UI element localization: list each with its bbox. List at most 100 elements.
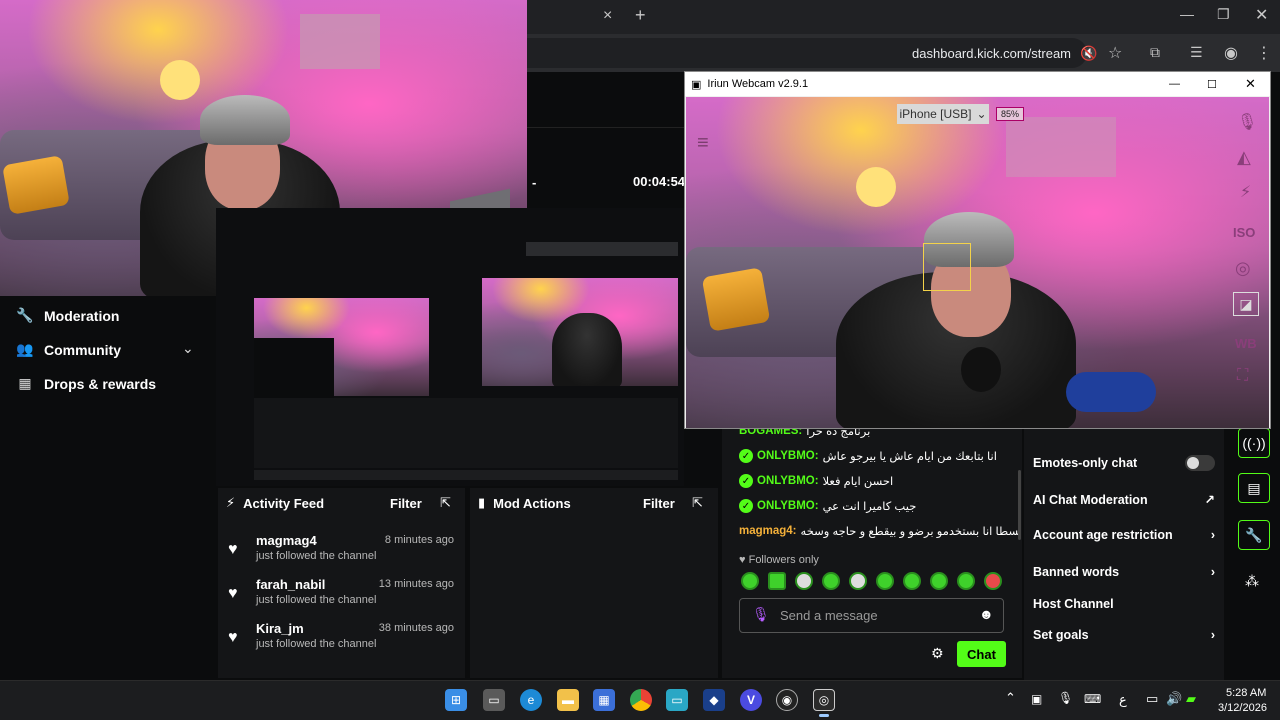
emote-2[interactable] [768, 572, 786, 590]
hamburger-menu-icon[interactable]: ≡ [697, 132, 709, 155]
task-view-icon[interactable]: ▭ [483, 689, 505, 711]
layout-tool-button[interactable]: ▤ [1238, 473, 1270, 503]
profile-icon[interactable]: ◉ [1224, 43, 1238, 63]
minimize-icon[interactable]: — [1180, 6, 1194, 22]
chat-username[interactable]: ONLYBMO: [757, 475, 819, 487]
sidebar-item-label: Drops & rewards [44, 375, 157, 392]
wrench-tool-button[interactable]: 🔧 [1238, 520, 1270, 550]
chevron-down-icon[interactable]: ⌄ [182, 340, 194, 357]
follower-name[interactable]: Kira_jm [256, 621, 304, 636]
setting-account-age[interactable]: Account age restriction › [1033, 528, 1215, 542]
exposure-icon[interactable]: ◭ [1237, 147, 1251, 168]
follower-name[interactable]: magmag4 [256, 533, 317, 548]
setting-set-goals[interactable]: Set goals › [1033, 628, 1215, 642]
input-language[interactable]: ع [1119, 692, 1127, 708]
frame-icon[interactable]: ⛶ [1237, 367, 1248, 385]
emotes-only-toggle[interactable] [1185, 455, 1215, 471]
v-app-icon[interactable]: V [740, 689, 762, 711]
tray-keyboard-icon[interactable]: ⌨ [1084, 692, 1101, 706]
focus-box[interactable] [923, 243, 971, 291]
iriun-minimize-icon[interactable]: — [1169, 78, 1180, 90]
active-indicator [819, 714, 829, 717]
verified-badge-icon: ✓ [739, 474, 753, 488]
close-window-icon[interactable]: ✕ [1255, 5, 1268, 25]
mic-off-icon[interactable]: 🎙 [1237, 112, 1257, 132]
flash-icon[interactable]: ⚡ [1240, 182, 1251, 202]
drops-icon: ▦ [18, 375, 32, 391]
tray-app-icon[interactable]: ▣ [1031, 692, 1042, 706]
device-select[interactable]: iPhone [USB] ⌄ [897, 104, 989, 124]
wrench-icon: 🔧 [16, 307, 34, 323]
iriun-taskbar-icon[interactable]: ◎ [813, 689, 835, 711]
emoji-icon[interactable]: ☻ [979, 606, 994, 622]
windows-start-icon[interactable]: ⊞ [445, 689, 467, 711]
setting-ai-moderation[interactable]: AI Chat Moderation ↗ [1033, 492, 1215, 508]
aperture-icon[interactable]: ◎ [1235, 258, 1251, 279]
emote-5[interactable] [849, 572, 867, 590]
emote-7[interactable] [903, 572, 921, 590]
broadcast-tool-button[interactable]: ((·)) [1238, 428, 1270, 458]
emote-9[interactable] [957, 572, 975, 590]
store-icon[interactable]: ▦ [593, 689, 615, 711]
sidebar-item-moderation[interactable]: 🔧 Moderation [16, 307, 119, 324]
tray-mic-icon[interactable]: 🎙 [1058, 691, 1073, 705]
emote-3[interactable] [795, 572, 813, 590]
streaming-app-icon[interactable]: ◆ [703, 689, 725, 711]
chat-username[interactable]: ONLYBMO: [757, 450, 819, 462]
nodes-icon[interactable]: ⁂ [1245, 573, 1259, 590]
mute-site-icon[interactable]: 🔇 [1080, 45, 1097, 62]
browser-tab-strip: × + — ❐ ✕ [527, 0, 1280, 34]
dropdown-arrow-icon: ⌄ [976, 107, 987, 121]
url-text[interactable]: dashboard.kick.com/stream [912, 46, 1071, 61]
clock-time[interactable]: 5:28 AM [1226, 687, 1266, 699]
microphone-icon[interactable]: 🎙 [752, 606, 770, 623]
obs-icon[interactable]: ◉ [776, 689, 798, 711]
mod-filter-button[interactable]: Filter [643, 496, 675, 511]
menu-kebab-icon[interactable]: ⋮ [1256, 43, 1272, 63]
list-item: ♥ farah_nabil just followed the channel … [228, 577, 454, 613]
tray-chevron-up-icon[interactable]: ⌃ [1005, 690, 1016, 706]
monitor-app-icon[interactable]: ▭ [666, 689, 688, 711]
iso-button[interactable]: ISO [1233, 225, 1255, 240]
follow-action: just followed the channel [256, 550, 377, 562]
setting-banned-words[interactable]: Banned words › [1033, 565, 1215, 579]
emote-6[interactable] [876, 572, 894, 590]
iriun-maximize-icon[interactable]: ☐ [1207, 78, 1217, 91]
sidebar-item-community[interactable]: 👥 Community [16, 341, 121, 358]
emote-4[interactable] [822, 572, 840, 590]
popout-icon[interactable]: ⇱ [692, 495, 703, 511]
emote-1[interactable] [741, 572, 759, 590]
bookmark-star-icon[interactable]: ☆ [1108, 43, 1122, 63]
close-tab-button[interactable]: × [603, 7, 612, 25]
wb-button[interactable]: WB [1235, 336, 1257, 351]
new-tab-button[interactable]: + [635, 5, 646, 26]
extensions-icon[interactable]: ⧉ [1150, 44, 1160, 61]
emote-10[interactable] [984, 572, 1002, 590]
network-icon[interactable]: ▭ [1146, 691, 1158, 707]
chat-username[interactable]: ONLYBMO: [757, 500, 819, 512]
media-control-icon[interactable]: ☰ [1190, 44, 1203, 61]
chat-send-button[interactable]: Chat [957, 641, 1006, 667]
volume-icon[interactable]: 🔊 [1166, 691, 1182, 707]
chat-username[interactable]: magmag4: [739, 525, 797, 537]
chat-input-placeholder[interactable]: Send a message [780, 608, 878, 623]
wall-poster [300, 14, 380, 69]
file-explorer-icon[interactable]: ▬ [557, 689, 579, 711]
exposure-compensation-icon[interactable]: ◪ [1233, 292, 1259, 316]
follower-name[interactable]: farah_nabil [256, 577, 325, 592]
sidebar-item-drops[interactable]: ▦ Drops & rewards [16, 375, 156, 392]
edge-browser-icon[interactable]: e [520, 689, 542, 711]
setting-emotes-only[interactable]: Emotes-only chat [1033, 455, 1215, 471]
iriun-close-icon[interactable]: ✕ [1245, 76, 1256, 92]
setting-host-channel[interactable]: Host Channel [1033, 597, 1215, 611]
battery-icon[interactable]: ▰ [1186, 691, 1196, 707]
clock-date[interactable]: 3/12/2026 [1218, 702, 1267, 714]
maximize-icon[interactable]: ❐ [1217, 6, 1230, 23]
chat-settings-gear-icon[interactable]: ⚙ [931, 645, 944, 662]
activity-filter-button[interactable]: Filter [390, 496, 422, 511]
emote-8[interactable] [930, 572, 948, 590]
popout-icon[interactable]: ⇱ [440, 495, 451, 511]
chrome-icon[interactable] [630, 689, 652, 711]
broadcast-icon: ((·)) [1242, 435, 1266, 451]
chat-scrollbar[interactable] [1018, 470, 1021, 540]
